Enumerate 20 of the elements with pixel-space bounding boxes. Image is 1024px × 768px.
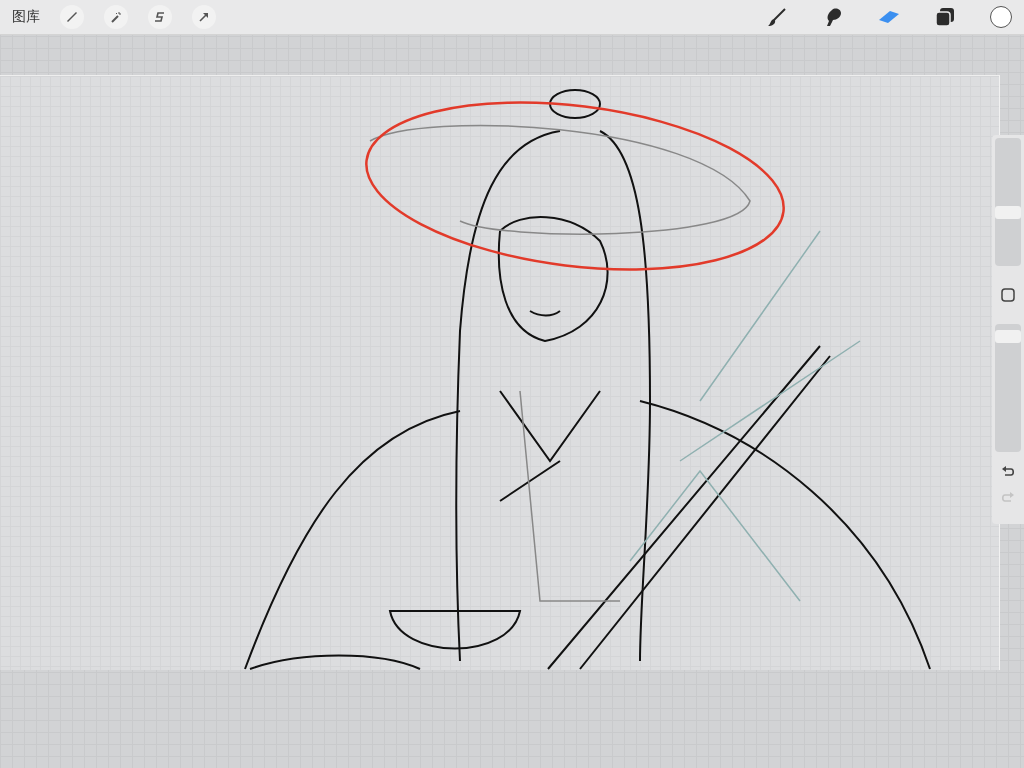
selection-button[interactable] bbox=[148, 5, 172, 29]
gallery-button[interactable]: 图库 bbox=[12, 8, 40, 26]
undo-icon bbox=[1001, 466, 1015, 478]
eraser-icon bbox=[878, 9, 900, 25]
square-icon bbox=[1001, 288, 1015, 302]
slider-thumb[interactable] bbox=[995, 329, 1021, 343]
brush-icon bbox=[767, 7, 787, 27]
redo-icon bbox=[1001, 492, 1015, 504]
wand-button[interactable] bbox=[104, 5, 128, 29]
color-swatch[interactable] bbox=[990, 6, 1012, 28]
wrench-button[interactable] bbox=[60, 5, 84, 29]
brush-size-slider[interactable] bbox=[995, 138, 1021, 266]
opacity-slider[interactable] bbox=[995, 324, 1021, 452]
arrow-icon bbox=[198, 11, 210, 23]
magic-wand-icon bbox=[110, 11, 122, 23]
slider-thumb[interactable] bbox=[995, 205, 1021, 219]
s-selection-icon bbox=[154, 11, 166, 23]
transform-button[interactable] bbox=[192, 5, 216, 29]
layers-icon bbox=[935, 7, 955, 27]
modify-button[interactable] bbox=[999, 286, 1017, 304]
